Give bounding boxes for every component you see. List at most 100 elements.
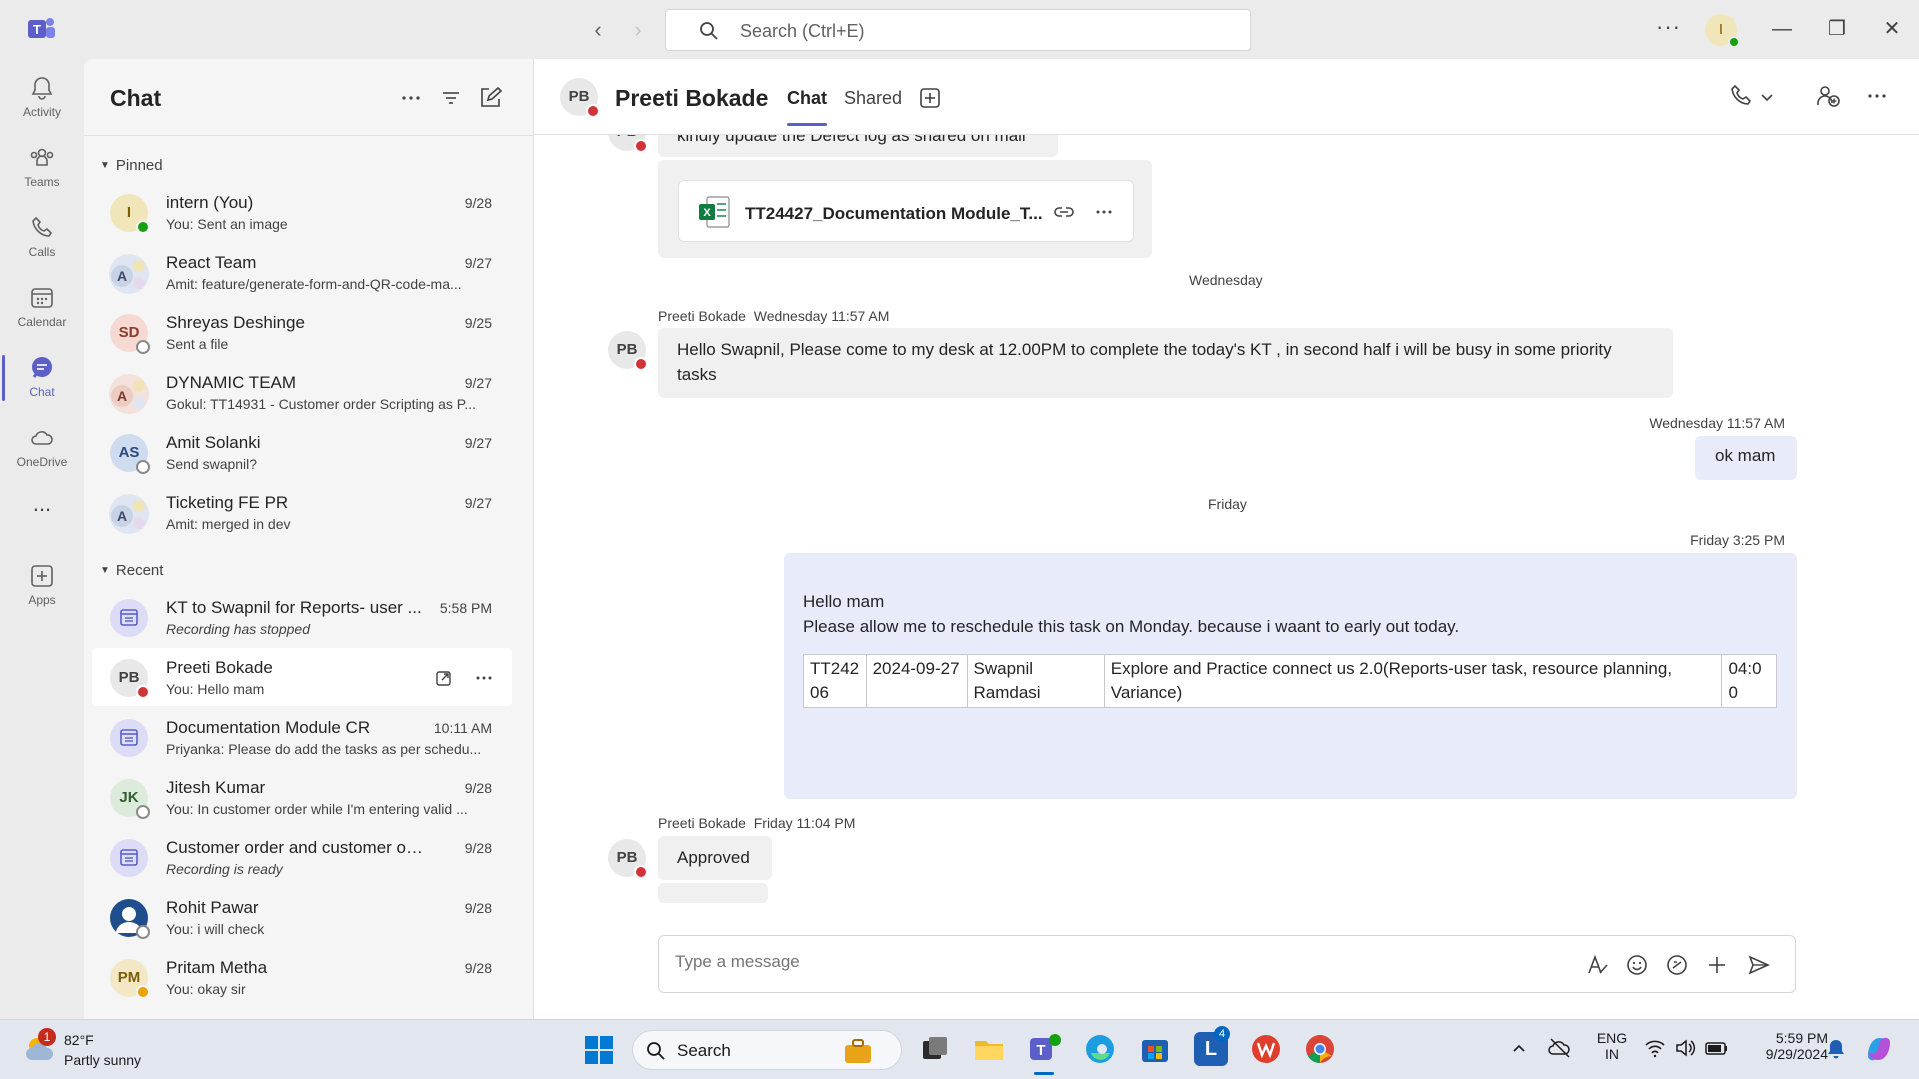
minimize-icon[interactable]: — xyxy=(1767,14,1797,44)
avatar: PM xyxy=(110,959,150,999)
message-meta: Preeti Bokade Friday 11:04 PM xyxy=(658,815,855,831)
battery-charging-icon[interactable] xyxy=(1704,1038,1730,1058)
send-icon[interactable] xyxy=(1747,953,1771,977)
rail-label: Apps xyxy=(28,593,56,607)
more-options-icon[interactable] xyxy=(474,668,494,688)
pinned-section-header[interactable]: ▼ Pinned xyxy=(100,157,163,174)
rail-item-apps[interactable]: Apps xyxy=(0,555,84,619)
chat-item-react-team[interactable]: A React Team Amit: feature/generate-form… xyxy=(92,243,512,301)
file-name: TT24427_Documentation Module_T... xyxy=(745,204,1043,223)
chat-item-rohit-pawar[interactable]: Rohit Pawar You: i will check 9/28 xyxy=(92,888,512,946)
chat-item-intern[interactable]: I intern (You) You: Sent an image 9/28 xyxy=(92,183,512,241)
presence-available-icon xyxy=(136,220,150,234)
chat-item-preeti-bokade[interactable]: PB Preeti Bokade You: Hello mam xyxy=(92,648,512,706)
more-options-icon[interactable] xyxy=(398,85,424,111)
rail-item-chat[interactable]: Chat xyxy=(0,347,84,411)
partial-message-bubble xyxy=(658,883,768,903)
contact-avatar[interactable]: PB xyxy=(560,78,600,118)
chat-time: 9/27 xyxy=(464,375,492,391)
message-meta: Preeti Bokade Wednesday 11:57 AM xyxy=(658,308,889,324)
restore-icon[interactable]: ❐ xyxy=(1822,14,1852,44)
presence-busy-icon xyxy=(634,139,648,153)
recent-section-header[interactable]: ▼ Recent xyxy=(100,562,163,579)
filter-icon[interactable] xyxy=(438,85,464,111)
pop-out-icon[interactable] xyxy=(434,668,454,688)
emoji-icon[interactable] xyxy=(1625,953,1649,977)
global-search-box[interactable]: Search (Ctrl+E) xyxy=(665,9,1251,51)
teams-taskbar-icon[interactable]: T xyxy=(1027,1032,1061,1066)
file-message-bubble[interactable]: X TT24427_Documentation Module_T... xyxy=(658,160,1152,258)
task-view-icon[interactable] xyxy=(918,1032,952,1066)
microsoft-store-icon[interactable] xyxy=(1138,1032,1172,1066)
file-attachment-card[interactable]: X TT24427_Documentation Module_T... xyxy=(678,180,1134,242)
date-separator: Friday xyxy=(1208,496,1247,512)
rail-item-onedrive[interactable]: OneDrive xyxy=(0,417,84,481)
copilot-icon[interactable] xyxy=(1862,1032,1896,1066)
notification-bell-icon[interactable] xyxy=(1826,1038,1846,1060)
contact-name: Preeti Bokade xyxy=(615,85,769,111)
onedrive-offline-icon[interactable] xyxy=(1547,1036,1573,1060)
section-label: Pinned xyxy=(115,157,163,174)
new-chat-icon[interactable] xyxy=(477,85,503,111)
settings-more-icon[interactable]: ··· xyxy=(1656,14,1681,40)
wps-office-icon[interactable] xyxy=(1249,1032,1283,1066)
chat-preview: You: Sent an image xyxy=(166,216,288,232)
presence-busy-icon xyxy=(634,357,648,371)
message-bubble[interactable]: kindly update the Defect log as shared o… xyxy=(658,135,1058,157)
rail-item-activity[interactable]: Activity xyxy=(0,67,84,131)
tab-shared[interactable]: Shared xyxy=(844,88,902,109)
add-people-icon[interactable] xyxy=(1815,83,1841,109)
chat-time: 9/28 xyxy=(464,780,492,796)
task-assignee-cell: Swapnil Ramdasi xyxy=(966,654,1105,708)
language-indicator[interactable]: ENG IN xyxy=(1594,1030,1630,1062)
rail-item-teams[interactable]: Teams xyxy=(0,137,84,201)
rail-item-calendar[interactable]: Calendar xyxy=(0,277,84,341)
chat-item-dynamic-team[interactable]: A DYNAMIC TEAM Gokul: TT14931 - Customer… xyxy=(92,363,512,421)
message-bubble[interactable]: Approved xyxy=(658,836,772,880)
weather-temperature: 82°F xyxy=(64,1032,94,1048)
chat-item-jitesh-kumar[interactable]: JK Jitesh Kumar You: In customer order w… xyxy=(92,768,512,826)
taskbar-search[interactable]: Search xyxy=(632,1030,902,1070)
volume-icon[interactable] xyxy=(1674,1038,1696,1058)
message-bubble[interactable]: Hello Swapnil, Please come to my desk at… xyxy=(658,328,1673,398)
more-apps-icon[interactable]: ... xyxy=(0,491,84,555)
loop-component-icon[interactable] xyxy=(1665,953,1689,977)
close-window-icon[interactable]: ✕ xyxy=(1877,14,1907,44)
chat-item-pritam-metha[interactable]: PM Pritam Metha You: okay sir 9/28 xyxy=(92,948,512,1006)
chat-item-shreyas-deshinge[interactable]: SD Shreyas Deshinge Sent a file 9/25 xyxy=(92,303,512,361)
message-input[interactable] xyxy=(675,952,1475,972)
more-options-icon[interactable] xyxy=(1864,83,1890,109)
format-text-icon[interactable] xyxy=(1585,953,1609,977)
copy-link-icon[interactable] xyxy=(1053,201,1075,223)
chat-item-customer-order-meeting[interactable]: Customer order and customer orde... Reco… xyxy=(92,828,512,886)
my-message-bubble[interactable]: Hello mam Please allow me to reschedule … xyxy=(784,553,1797,799)
chat-item-kt-meeting[interactable]: KT to Swapnil for Reports- user ... Reco… xyxy=(92,588,512,646)
svg-text:A: A xyxy=(117,388,127,404)
plus-icon[interactable] xyxy=(1705,953,1729,977)
add-tab-icon[interactable] xyxy=(919,87,941,109)
forward-arrow-icon[interactable]: › xyxy=(624,16,652,44)
my-profile-avatar[interactable]: I xyxy=(1705,14,1740,48)
file-explorer-icon[interactable] xyxy=(972,1032,1006,1066)
chat-item-amit-solanki[interactable]: AS Amit Solanki Send swapnil? 9/27 xyxy=(92,423,512,481)
windows-start-icon[interactable] xyxy=(583,1034,615,1066)
compose-box[interactable] xyxy=(658,935,1796,993)
chat-time: 9/28 xyxy=(464,960,492,976)
chat-item-documentation-module-cr[interactable]: Documentation Module CR Priyanka: Please… xyxy=(92,708,512,766)
clock[interactable]: 5:59 PM 9/29/2024 xyxy=(1744,1030,1828,1062)
rail-item-calls[interactable]: Calls xyxy=(0,207,84,271)
more-options-icon[interactable] xyxy=(1093,201,1115,223)
show-hidden-icons-icon[interactable] xyxy=(1511,1040,1527,1056)
chat-item-ticketing-fe-pr[interactable]: A Ticketing FE PR Amit: merged in dev 9/… xyxy=(92,483,512,541)
chevron-down-icon[interactable] xyxy=(1760,91,1774,105)
chrome-browser-icon[interactable] xyxy=(1303,1032,1337,1066)
edge-browser-icon[interactable] xyxy=(1083,1032,1117,1066)
tab-chat[interactable]: Chat xyxy=(787,88,827,126)
back-arrow-icon[interactable]: ‹ xyxy=(584,16,612,44)
rail-label: Calendar xyxy=(17,315,67,329)
meeting-avatar xyxy=(110,839,148,877)
wifi-icon[interactable] xyxy=(1644,1038,1666,1058)
call-phone-icon[interactable] xyxy=(1728,83,1754,109)
my-message-bubble[interactable]: ok mam xyxy=(1695,436,1797,480)
presence-busy-icon xyxy=(586,104,600,118)
